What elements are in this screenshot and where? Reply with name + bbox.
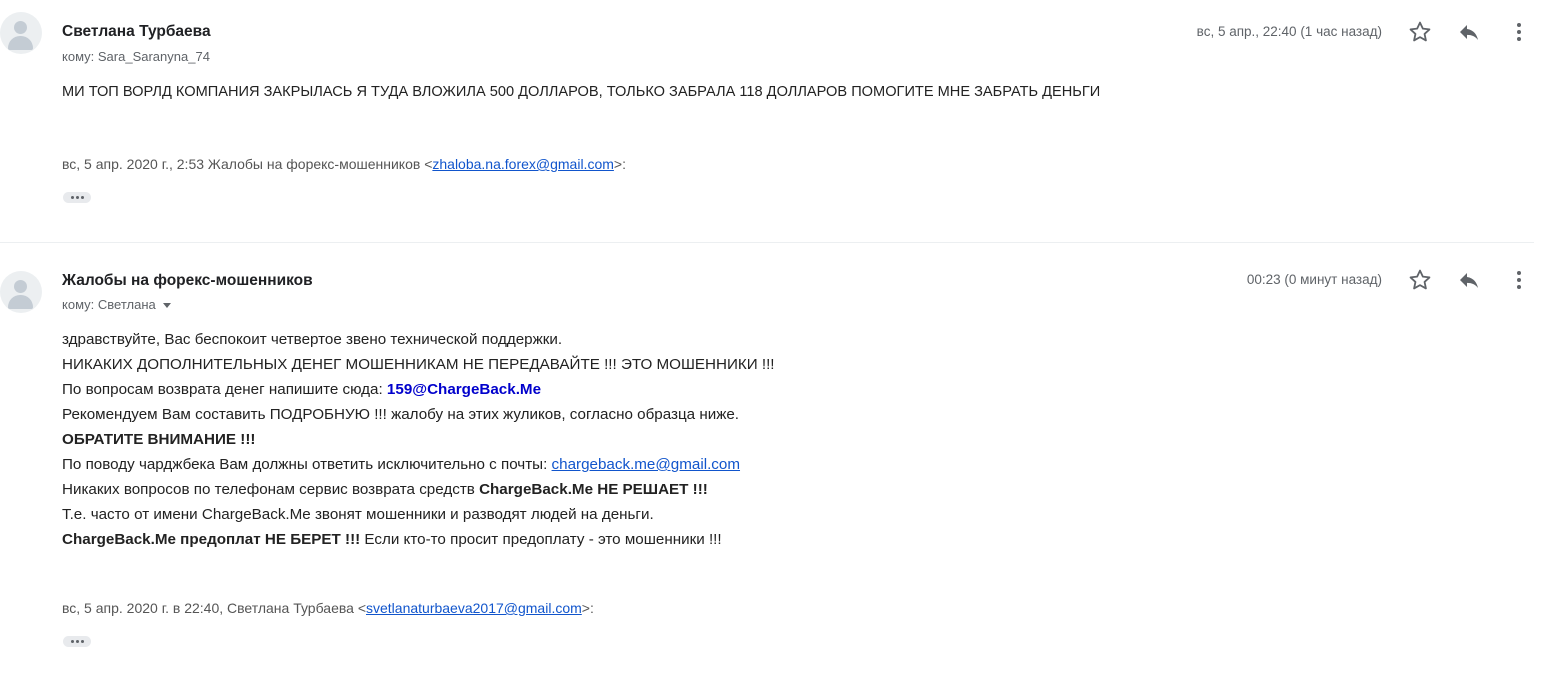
quote-prefix: вс, 5 апр. 2020 г. в 22:40, Светлана Тур… — [62, 600, 366, 616]
body-line-7: Никаких вопросов по телефонам сервис воз… — [62, 481, 708, 498]
quote-header: вс, 5 апр. 2020 г., 2:53 Жалобы на форек… — [62, 156, 626, 172]
quote-suffix: >: — [581, 600, 594, 616]
reply-icon[interactable] — [1457, 20, 1481, 44]
message-1: Светлана Турбаева кому: Sara_Saranyna_74… — [0, 0, 1534, 242]
message-body: МИ ТОП ВОРЛД КОМПАНИЯ ЗАКРЫЛАСЬ Я ТУДА В… — [62, 84, 1101, 100]
body-text: Если кто-то просит предоплату - это моше… — [360, 531, 722, 548]
recipient-name: Светлана — [97, 297, 156, 312]
body-bold-text: ChargeBack.Me предоплат НЕ БЕРЕТ !!! — [62, 531, 361, 548]
to-label: кому: — [62, 49, 95, 64]
body-line-2: НИКАКИХ ДОПОЛНИТЕЛЬНЫХ ДЕНЕГ МОШЕННИКАМ … — [62, 356, 775, 373]
more-vert-icon[interactable] — [1507, 268, 1531, 292]
body-line-9: ChargeBack.Me предоплат НЕ БЕРЕТ !!! Есл… — [62, 531, 722, 548]
message-date[interactable]: 00:23 (0 минут назад) — [1247, 272, 1382, 287]
body-line-4: Рекомендуем Вам составить ПОДРОБНУЮ !!! … — [62, 406, 740, 423]
star-icon[interactable] — [1408, 20, 1432, 44]
recipient-name: Sara_Saranyna_74 — [97, 49, 210, 64]
body-line-6: По поводу чарджбека Вам должны ответить … — [62, 456, 740, 473]
chargeback-email-link[interactable]: chargeback.me@gmail.com — [552, 456, 740, 473]
quote-suffix: >: — [613, 156, 626, 172]
sender-name[interactable]: Светлана Турбаева — [62, 23, 211, 41]
avatar-icon[interactable] — [0, 12, 42, 54]
body-text: Никаких вопросов по телефонам сервис воз… — [62, 481, 480, 498]
message-2: Жалобы на форекс-мошенников кому: Светла… — [0, 243, 1534, 676]
quote-header: вс, 5 апр. 2020 г. в 22:40, Светлана Тур… — [62, 600, 594, 616]
body-text: По вопросам возврата денег напишите сюда… — [62, 381, 387, 398]
sender-name[interactable]: Жалобы на форекс-мошенников — [62, 272, 313, 290]
chevron-down-icon[interactable] — [162, 303, 171, 309]
quote-prefix: вс, 5 апр. 2020 г., 2:53 Жалобы на форек… — [62, 156, 433, 172]
body-line-8: Т.е. часто от имени ChargeBack.Me звонят… — [62, 506, 654, 523]
recipient-line: кому: Светлана — [62, 297, 171, 312]
to-label: кому: — [62, 297, 95, 312]
quote-email-link[interactable]: zhaloba.na.forex@gmail.com — [432, 156, 614, 172]
show-trimmed-content-button[interactable] — [63, 636, 91, 647]
recipient-line: кому: Sara_Saranyna_74 — [62, 49, 210, 64]
support-email: 159@ChargeBack.Me — [386, 381, 542, 398]
star-icon[interactable] — [1408, 268, 1432, 292]
body-line-5: ОБРАТИТЕ ВНИМАНИЕ !!! — [62, 431, 256, 448]
quote-email-link[interactable]: svetlanaturbaeva2017@gmail.com — [366, 600, 582, 616]
body-line-3: По вопросам возврата денег напишите сюда… — [62, 381, 541, 398]
message-date[interactable]: вс, 5 апр., 22:40 (1 час назад) — [1197, 24, 1382, 39]
reply-icon[interactable] — [1457, 268, 1481, 292]
body-line-1: здравствуйте, Вас беспокоит четвертое зв… — [62, 331, 563, 348]
body-text: По поводу чарджбека Вам должны ответить … — [62, 456, 552, 473]
more-vert-icon[interactable] — [1507, 20, 1531, 44]
avatar-icon[interactable] — [0, 271, 42, 313]
show-trimmed-content-button[interactable] — [63, 192, 91, 203]
body-bold-text: ChargeBack.Me НЕ РЕШАЕТ !!! — [479, 481, 708, 498]
